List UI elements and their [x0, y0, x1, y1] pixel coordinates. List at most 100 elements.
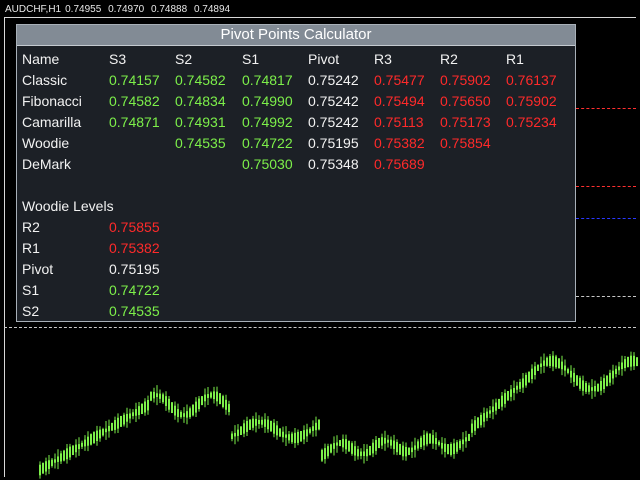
candle-body: [327, 446, 329, 457]
candle-body: [42, 462, 44, 474]
candle-body: [291, 433, 293, 443]
candle-body: [426, 433, 428, 445]
candle-body: [495, 402, 497, 411]
candle-body: [189, 408, 191, 418]
candle-body: [315, 422, 317, 431]
candle-body: [411, 447, 413, 453]
candle-body: [150, 391, 152, 401]
candle-body: [621, 362, 623, 370]
row-value: 0.75234: [506, 114, 557, 130]
candle-body: [417, 441, 419, 449]
candle-body: [198, 398, 200, 410]
candle-body: [555, 356, 557, 368]
candle-body: [210, 392, 212, 398]
candle-body: [474, 420, 476, 431]
candle-body: [420, 437, 422, 447]
candle-body: [615, 368, 617, 374]
candle-body: [579, 377, 581, 389]
row-value: 0.75382: [374, 135, 425, 151]
candle-body: [252, 418, 254, 428]
candle-body: [267, 419, 269, 430]
candle-body: [618, 366, 620, 371]
candle-body: [477, 417, 479, 429]
candle-body: [285, 434, 287, 438]
candle-body: [585, 383, 587, 392]
candle-body: [261, 419, 263, 425]
candle-body: [591, 387, 593, 391]
candle-body: [525, 374, 527, 386]
candle-body: [636, 357, 638, 367]
row-value: 0.76137: [506, 72, 557, 88]
candle-body: [405, 446, 407, 457]
candle-body: [582, 380, 584, 391]
candle-body: [159, 393, 161, 399]
row-value: 0.75348: [308, 156, 359, 172]
candle-body: [279, 428, 281, 437]
candle-body: [360, 451, 362, 456]
candle-body: [516, 385, 518, 390]
candle-body: [354, 446, 356, 456]
pivot-calculator-panel[interactable]: Pivot Points Calculator Name S3 S2 S1 Pivot R…: [16, 24, 576, 322]
candle-body: [324, 448, 326, 460]
candle-body: [318, 419, 320, 430]
woodie-value: 0.75195: [109, 261, 160, 277]
row-value: 0.74582: [109, 93, 160, 109]
candle-body: [633, 355, 635, 367]
candle-body: [462, 439, 464, 445]
candle-body: [96, 430, 98, 441]
candle-body: [69, 446, 71, 458]
candle-body: [537, 364, 539, 371]
candle-body: [429, 433, 431, 444]
candle-body: [282, 431, 284, 438]
candle-body: [84, 439, 86, 447]
candle-body: [180, 411, 182, 418]
candle-body: [570, 370, 572, 378]
candle-body: [93, 432, 95, 444]
candle-body: [375, 439, 377, 451]
candle-body: [105, 428, 107, 433]
candle-body: [75, 444, 77, 453]
woodie-label: R2: [22, 219, 40, 235]
candle-body: [192, 404, 194, 416]
candle-body: [255, 418, 257, 426]
candle-body: [288, 434, 290, 441]
row-value: 0.74582: [175, 72, 226, 88]
candle-body: [561, 361, 563, 370]
candle-body: [504, 393, 506, 404]
candle-body: [117, 417, 119, 429]
candle-body: [510, 389, 512, 397]
candle-body: [576, 375, 578, 386]
candle-body: [171, 402, 173, 414]
candle-body: [144, 401, 146, 413]
row-value: 0.74992: [242, 114, 293, 130]
candle-body: [309, 428, 311, 433]
candle-body: [114, 420, 116, 430]
candle-body: [453, 443, 455, 455]
candle-body: [366, 448, 368, 457]
header-6: R2: [440, 51, 458, 67]
candle-body: [435, 438, 437, 445]
candle-body: [609, 372, 611, 383]
candle-body: [372, 442, 374, 454]
candle-body: [300, 431, 302, 442]
candle-body: [594, 386, 596, 392]
candle-body: [564, 365, 566, 371]
candle-body: [126, 413, 128, 422]
row-name: Camarilla: [22, 114, 82, 130]
candle-body: [606, 375, 608, 387]
row-value: 0.75854: [440, 135, 491, 151]
woodie-value: 0.75382: [109, 240, 160, 256]
candle-body: [297, 431, 299, 443]
row-value: 0.75242: [308, 72, 359, 88]
candle-body: [177, 409, 179, 417]
candle-body: [612, 370, 614, 379]
row-name: Woodie: [22, 135, 70, 151]
candle-body: [357, 449, 359, 457]
candle-body: [396, 442, 398, 453]
candle-body: [147, 399, 149, 411]
candle-body: [204, 394, 206, 402]
candle-body: [546, 357, 548, 366]
row-value: 0.74817: [242, 72, 293, 88]
candle-body: [81, 442, 83, 447]
candle-body: [207, 394, 209, 398]
